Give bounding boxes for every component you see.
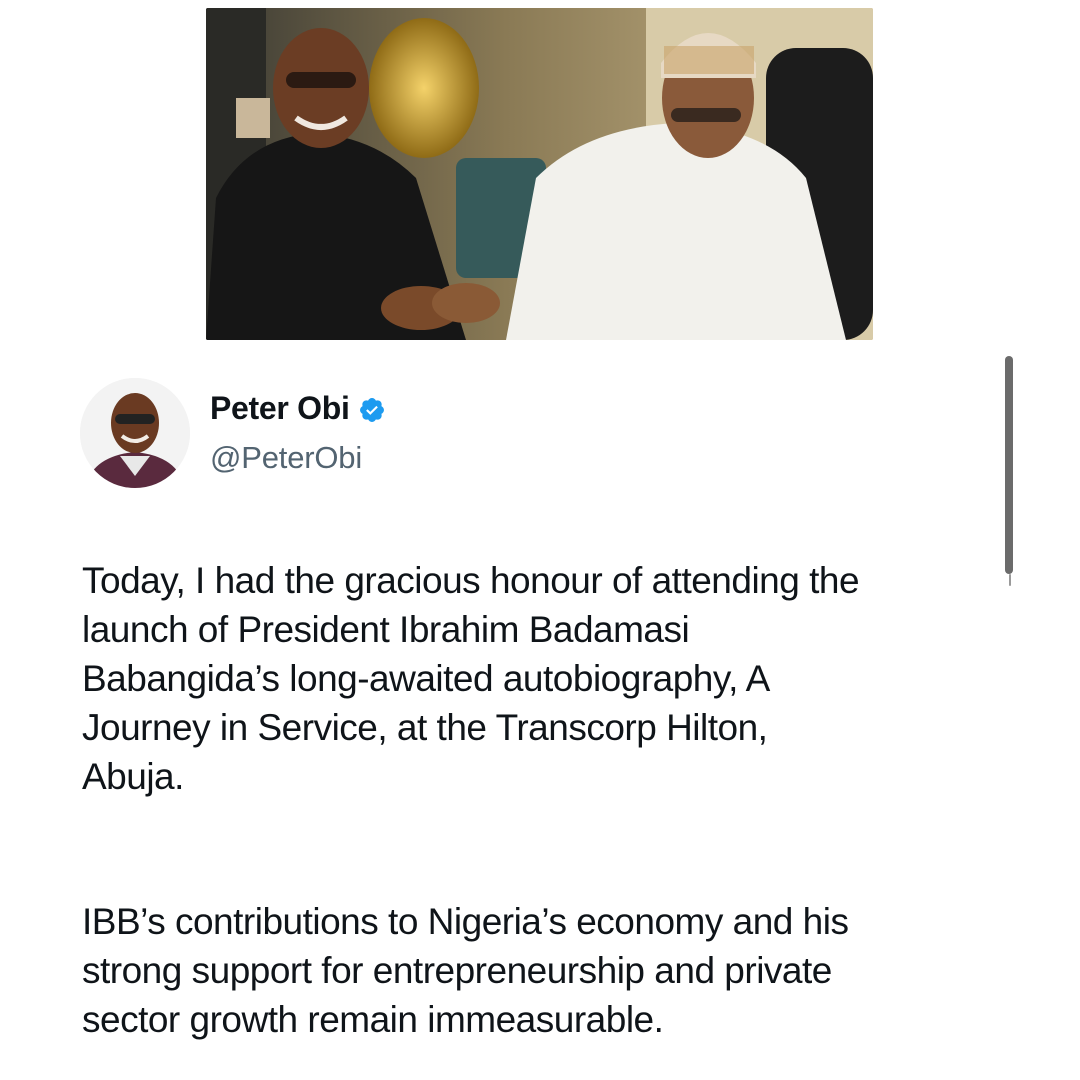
verified-badge-icon bbox=[358, 395, 386, 423]
tweet-line: Today, I had the gracious honour of atte… bbox=[82, 560, 860, 601]
tweet-line: Journey in Service, at the Transcorp Hil… bbox=[82, 707, 768, 748]
author-name[interactable]: Peter Obi bbox=[210, 390, 350, 427]
tweet-line: sector growth remain immeasurable. bbox=[82, 999, 664, 1040]
tweet-photo[interactable] bbox=[206, 8, 873, 340]
avatar-image bbox=[80, 378, 190, 488]
author-handle[interactable]: @PeterObi bbox=[210, 440, 362, 476]
tweet-line: Abuja. bbox=[82, 756, 184, 797]
tweet-paragraph-2: IBB’s contributions to Nigeria’s economy… bbox=[82, 897, 1012, 1044]
tweet-line: Babangida’s long-awaited autobiography, … bbox=[82, 658, 770, 699]
author-avatar[interactable] bbox=[80, 378, 190, 488]
author-name-row[interactable]: Peter Obi bbox=[210, 390, 386, 427]
tweet-paragraph-1: Today, I had the gracious honour of atte… bbox=[82, 556, 1012, 801]
tweet-line: strong support for entrepreneurship and … bbox=[82, 950, 832, 991]
tweet-line: IBB’s contributions to Nigeria’s economy… bbox=[82, 901, 849, 942]
tweet-screen: Peter Obi @PeterObi Today, I had the gra… bbox=[0, 0, 1080, 1080]
tweet-line: launch of President Ibrahim Badamasi bbox=[82, 609, 690, 650]
handshake-photo bbox=[206, 8, 873, 340]
scrollbar-thumb[interactable] bbox=[1005, 356, 1013, 574]
